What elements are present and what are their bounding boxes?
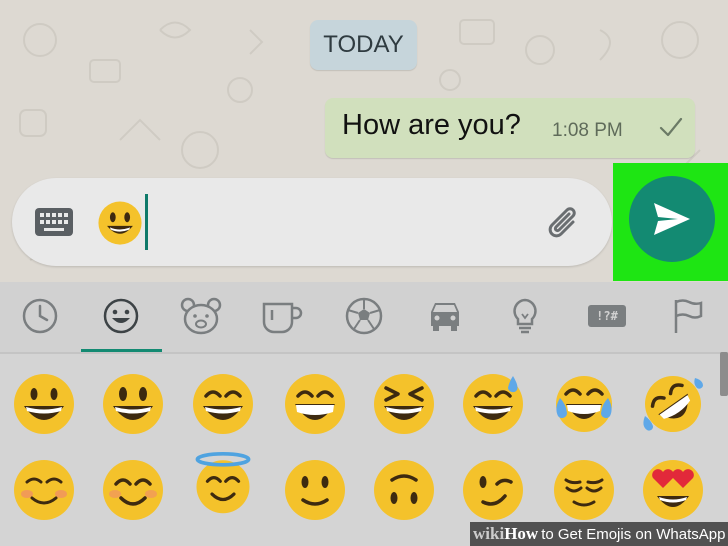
emoji-smiling-face-blush[interactable]	[12, 458, 76, 522]
cup-icon	[262, 302, 303, 334]
emoji-rolling-on-floor-laughing[interactable]	[641, 372, 705, 436]
emoji-smiling-face-open-mouth[interactable]	[101, 372, 165, 436]
symbols-icon: !?#	[588, 305, 626, 327]
panel-divider	[0, 352, 728, 354]
emoji-category-tabs: !?#	[0, 282, 728, 352]
message-text: How are you?	[342, 109, 521, 141]
send-arrow-icon	[654, 203, 690, 235]
emoji-squinting-face[interactable]	[372, 372, 436, 436]
tab-activity[interactable]	[342, 294, 386, 338]
emoji-grinning-face-sweat[interactable]	[461, 372, 525, 436]
watermark-title: to Get Emojis on WhatsApp	[541, 525, 726, 543]
paperclip-icon[interactable]	[547, 202, 583, 244]
wikihow-watermark: wikiHow to Get Emojis on WhatsApp	[470, 522, 728, 546]
emoji-smiling-face-smiling-eyes[interactable]	[191, 372, 255, 436]
tab-smileys[interactable]	[99, 294, 143, 338]
lightbulb-icon	[513, 298, 537, 334]
date-label: TODAY	[323, 31, 404, 58]
symbols-label: !?#	[596, 309, 618, 323]
emoji-grinning-face[interactable]	[12, 372, 76, 436]
outgoing-message-bubble[interactable]: How are you? 1:08 PM	[325, 98, 695, 158]
date-divider: TODAY	[310, 20, 417, 70]
tab-food[interactable]	[260, 294, 304, 338]
single-check-icon	[659, 117, 683, 137]
emoji-grinning-face-smiling-eyes[interactable]	[283, 372, 347, 436]
wikihow-logo-wiki: wiki	[473, 524, 505, 543]
emoji-upside-down-face[interactable]	[372, 458, 436, 522]
emoji-smiling-face[interactable]	[101, 458, 165, 522]
send-button[interactable]	[629, 176, 715, 262]
smiley-icon	[103, 298, 139, 334]
tab-symbols[interactable]: !?#	[585, 294, 629, 338]
emoji-winking-face[interactable]	[461, 458, 525, 522]
message-input-bar[interactable]	[12, 178, 612, 266]
soccer-ball-icon	[345, 297, 383, 335]
wikihow-logo-how: How	[504, 524, 539, 543]
send-button-highlight	[613, 163, 728, 281]
keyboard-icon[interactable]	[34, 207, 74, 237]
clock-icon	[22, 298, 58, 334]
car-icon	[431, 303, 459, 331]
message-time: 1:08 PM	[552, 120, 623, 141]
message-input-field[interactable]	[97, 200, 143, 246]
tab-objects[interactable]	[503, 294, 547, 338]
wikihow-logo: wikiHow	[473, 524, 538, 544]
emoji-relieved-face[interactable]	[552, 458, 616, 522]
bear-icon	[180, 297, 222, 335]
tab-animals[interactable]	[179, 294, 223, 338]
text-cursor	[145, 194, 148, 250]
tab-flags[interactable]	[665, 294, 709, 338]
tab-recent[interactable]	[18, 294, 62, 338]
flag-icon	[674, 299, 703, 333]
tab-travel[interactable]	[423, 294, 467, 338]
emoji-heart-eyes-face[interactable]	[641, 458, 705, 522]
emoji-smiling-face-halo[interactable]	[191, 452, 255, 516]
emoji-scrollbar[interactable]	[720, 352, 728, 396]
emoji-tears-of-joy[interactable]	[552, 372, 616, 436]
emoji-slightly-smiling-face[interactable]	[283, 458, 347, 522]
